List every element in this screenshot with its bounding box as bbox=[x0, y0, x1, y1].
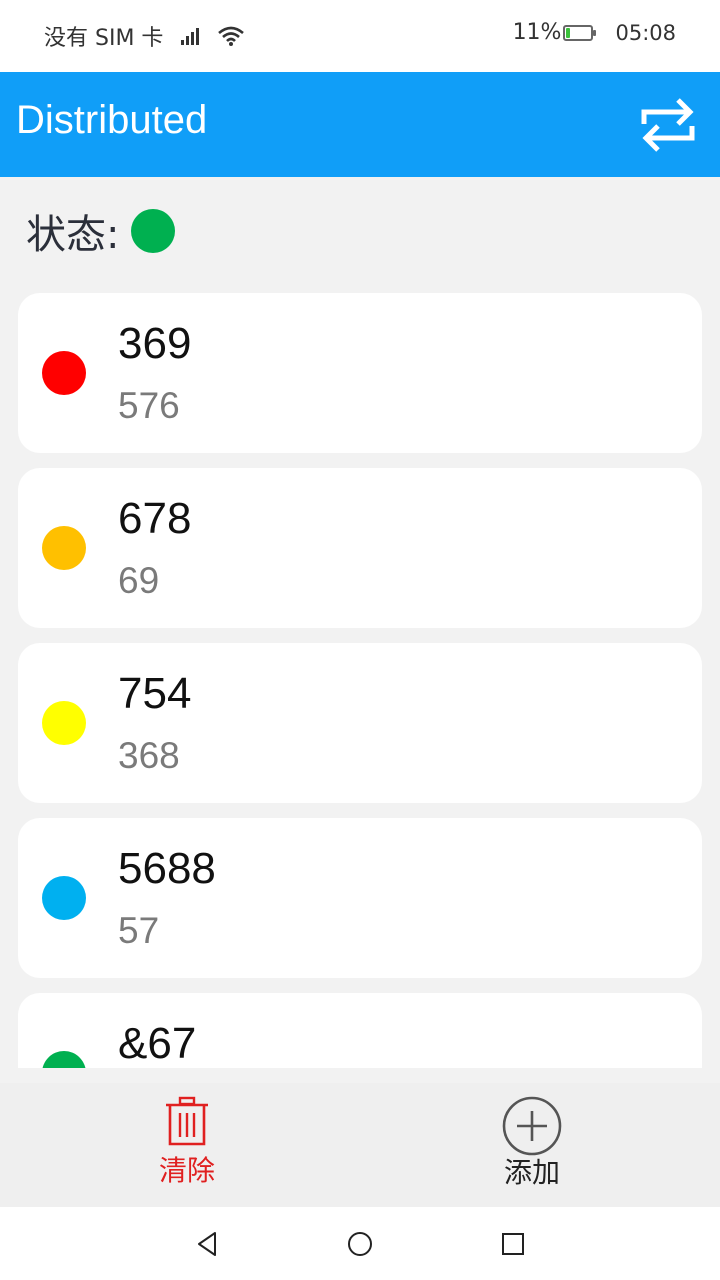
color-dot bbox=[42, 1051, 86, 1068]
battery-icon bbox=[563, 24, 597, 41]
list-item[interactable]: &67 bbox=[18, 993, 702, 1068]
add-label: 添加 bbox=[503, 1156, 560, 1189]
item-title: 5688 bbox=[118, 844, 216, 893]
status-bar-right: 11% 05:08 bbox=[513, 20, 676, 45]
item-subtitle: 57 bbox=[118, 910, 160, 951]
battery-percent: 11% bbox=[512, 20, 562, 45]
wifi-icon bbox=[218, 26, 245, 46]
clock: 05:08 bbox=[615, 20, 676, 45]
list-item[interactable]: 5688 57 bbox=[18, 818, 702, 978]
color-dot bbox=[42, 701, 86, 745]
state-label: 状态: bbox=[26, 212, 120, 258]
action-bar: 清除 添加 bbox=[0, 1083, 720, 1207]
swap-arrows-icon[interactable] bbox=[638, 94, 698, 156]
state-row: 状态: bbox=[26, 202, 176, 260]
item-subtitle: 576 bbox=[118, 385, 180, 426]
item-title: 369 bbox=[118, 319, 192, 368]
navigation-bar bbox=[0, 1207, 720, 1280]
list-item[interactable]: 678 69 bbox=[18, 468, 702, 628]
status-bar: 没有 SIM 卡 11% 05:08 bbox=[0, 0, 720, 72]
add-circle-icon bbox=[502, 1096, 562, 1156]
item-title: &67 bbox=[118, 1019, 197, 1068]
recents-icon[interactable] bbox=[498, 1229, 528, 1259]
color-dot bbox=[42, 351, 86, 395]
item-title: 754 bbox=[118, 669, 192, 718]
status-bar-left: 没有 SIM 卡 bbox=[44, 20, 245, 52]
list-item[interactable]: 754 368 bbox=[18, 643, 702, 803]
app-bar: Distributed bbox=[0, 72, 720, 177]
signal-icon bbox=[177, 25, 203, 47]
carrier-text: 没有 SIM 卡 bbox=[44, 26, 164, 51]
add-button[interactable]: 添加 bbox=[462, 1095, 602, 1199]
clear-label: 清除 bbox=[158, 1154, 215, 1187]
item-title: 678 bbox=[118, 494, 192, 543]
trash-icon bbox=[166, 1096, 208, 1146]
item-subtitle: 69 bbox=[118, 560, 160, 601]
item-list[interactable]: 369 576 678 69 754 368 5688 57 &67 bbox=[0, 290, 720, 1068]
home-icon[interactable] bbox=[345, 1229, 375, 1259]
battery-level bbox=[566, 27, 571, 38]
color-dot bbox=[42, 876, 86, 920]
back-icon[interactable] bbox=[193, 1229, 223, 1259]
screen: 没有 SIM 卡 11% 05:08 Distributed 状态: 369 5… bbox=[0, 0, 720, 1280]
list-item[interactable]: 369 576 bbox=[18, 293, 702, 453]
app-title: Distributed bbox=[16, 98, 208, 142]
state-indicator-dot bbox=[131, 209, 176, 253]
color-dot bbox=[42, 526, 86, 570]
item-subtitle: 368 bbox=[118, 735, 180, 776]
clear-button[interactable]: 清除 bbox=[117, 1095, 257, 1199]
